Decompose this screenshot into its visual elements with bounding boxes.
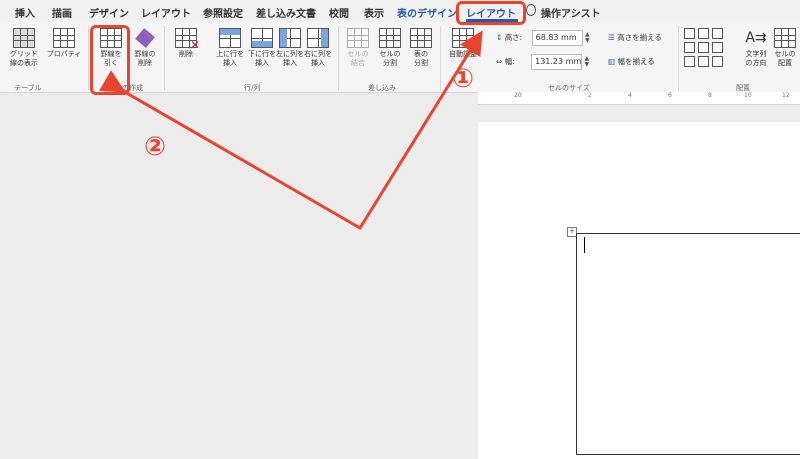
step-2-marker: ② xyxy=(144,132,167,162)
step-1-marker: ① xyxy=(452,64,475,94)
annotation-arrows xyxy=(99,30,483,231)
